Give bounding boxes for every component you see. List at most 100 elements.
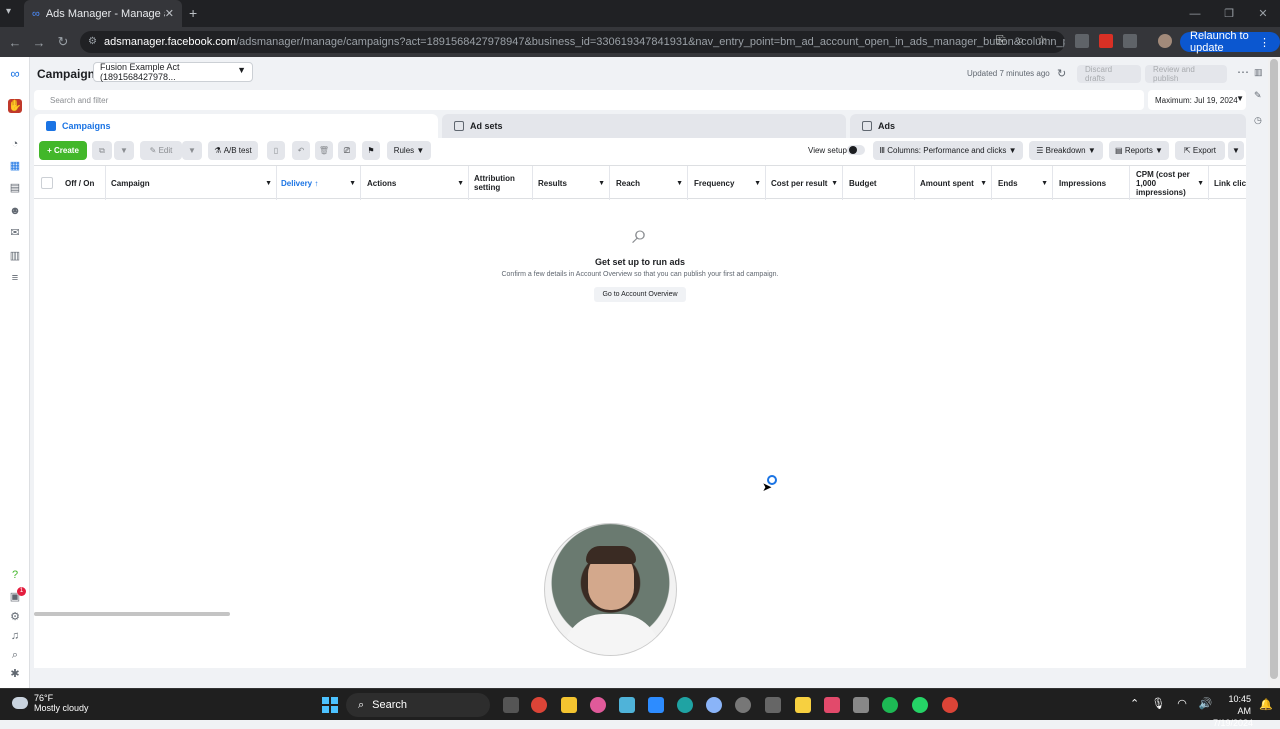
account-avatar-icon[interactable]: ✋ xyxy=(8,99,22,113)
bug-report-icon[interactable]: ✱ xyxy=(8,667,22,681)
breakdown-button[interactable]: ☰ Breakdown ▼ xyxy=(1029,141,1103,160)
preview-icon[interactable]: ⎚ xyxy=(338,141,356,160)
bookmark-star-icon[interactable]: ☆ xyxy=(1036,33,1047,48)
profile-avatar[interactable] xyxy=(1158,34,1172,48)
export-dropdown-icon[interactable]: ▼ xyxy=(1228,141,1244,160)
pencil-icon[interactable]: ✎ xyxy=(1254,90,1262,101)
task-view-icon[interactable] xyxy=(503,697,519,713)
weather-widget[interactable]: 76°F Mostly cloudy xyxy=(12,693,89,713)
calculator-icon[interactable] xyxy=(765,697,781,713)
scrollbar-thumb[interactable] xyxy=(1270,59,1278,679)
app-icon-3[interactable] xyxy=(824,697,840,713)
app-icon-2[interactable] xyxy=(706,697,722,713)
edge-icon[interactable] xyxy=(677,697,693,713)
file-explorer-icon[interactable] xyxy=(561,697,577,713)
pages-icon[interactable]: ▤ xyxy=(8,181,22,195)
search-filter-input[interactable]: Search and filter xyxy=(34,90,1144,110)
col-link-clicks[interactable]: Link clicks xyxy=(1208,166,1246,200)
delete-draft-icon[interactable]: ▯ xyxy=(267,141,285,160)
maximize-icon[interactable]: ❐ xyxy=(1212,0,1246,27)
clock[interactable]: 10:45 AM 7/19/2024 xyxy=(1213,693,1253,729)
col-attribution-setting[interactable]: Attribution setting xyxy=(468,166,533,200)
app-icon-1[interactable] xyxy=(590,697,606,713)
horizontal-scrollbar[interactable] xyxy=(34,612,230,616)
col-impressions[interactable]: Impressions xyxy=(1053,166,1130,200)
microphone-icon[interactable]: 🎙 xyxy=(1151,697,1165,710)
search-icon[interactable]: ⌕ xyxy=(8,648,22,662)
tag-icon[interactable]: ⚑ xyxy=(362,141,380,160)
chevron-up-icon[interactable]: ⌃ xyxy=(1130,697,1139,710)
sticky-notes-icon[interactable] xyxy=(795,697,811,713)
volume-icon[interactable]: 🔊 xyxy=(1199,697,1213,710)
wifi-icon[interactable]: ◠ xyxy=(1177,697,1187,710)
ab-test-button[interactable]: ⚗ A/B test xyxy=(208,141,258,160)
back-icon[interactable]: ← xyxy=(3,35,27,50)
reload-icon[interactable]: ↻ xyxy=(51,34,75,50)
create-button[interactable]: + Create xyxy=(39,141,87,160)
extension-red-icon[interactable] xyxy=(1099,34,1113,48)
extension-icon[interactable] xyxy=(1075,34,1089,48)
columns-button[interactable]: Ⅲ Columns: Performance and clicks ▼ xyxy=(873,141,1023,160)
col-cost-per-result[interactable]: Cost per result ▼ xyxy=(765,166,843,200)
site-info-icon[interactable]: ⚙ xyxy=(88,36,97,47)
go-to-account-overview-button[interactable]: Go to Account Overview xyxy=(594,287,686,302)
tab-ad-sets[interactable]: Ad sets xyxy=(442,114,846,138)
new-tab-icon[interactable]: + xyxy=(189,5,197,21)
zoom-icon[interactable]: ⌕ xyxy=(1018,33,1025,48)
duplicate-button[interactable]: ⧉ xyxy=(92,141,112,160)
notepad-icon[interactable] xyxy=(619,697,635,713)
undo-icon[interactable]: ↶ xyxy=(292,141,310,160)
view-setup-toggle[interactable] xyxy=(847,145,865,155)
close-window-icon[interactable]: ✕ xyxy=(1246,0,1280,27)
chrome-icon[interactable] xyxy=(531,697,547,713)
col-ends[interactable]: Ends ▼ xyxy=(992,166,1053,200)
settings-gear-icon[interactable]: ⚙ xyxy=(8,610,22,624)
refresh-icon[interactable]: ↻ xyxy=(1057,67,1066,80)
browser-tab-ads-manager[interactable]: ∞ Ads Manager - Manage ads - C ✕ xyxy=(24,0,182,27)
meta-logo-icon[interactable]: ∞ xyxy=(8,67,22,81)
edit-button[interactable]: ✎ Edit xyxy=(140,141,182,160)
settings-app-icon[interactable] xyxy=(735,697,751,713)
discard-drafts-button[interactable]: Discard drafts xyxy=(1077,65,1141,83)
tab-campaigns[interactable]: Campaigns xyxy=(34,114,438,138)
close-tab-icon[interactable]: ✕ xyxy=(165,7,174,20)
start-icon[interactable] xyxy=(322,697,338,713)
col-results[interactable]: Results ▼ xyxy=(532,166,610,200)
reports-button[interactable]: ▤ Reports ▼ xyxy=(1109,141,1169,160)
advertise-icon[interactable]: ✉ xyxy=(8,226,22,240)
zoom-app-icon[interactable] xyxy=(648,697,664,713)
trash-icon[interactable]: 🗑 xyxy=(315,141,333,160)
extensions-puzzle-icon[interactable] xyxy=(1123,34,1137,48)
account-selector[interactable]: Fusion Example Act (1891568427978... ▼ xyxy=(93,62,253,82)
rules-button[interactable]: Rules ▼ xyxy=(387,141,431,160)
col-campaign[interactable]: Campaign ▼ xyxy=(105,166,277,200)
tab-search-icon[interactable]: ▾ xyxy=(6,6,11,17)
col-actions[interactable]: Actions ▼ xyxy=(361,166,469,200)
whatsapp-icon[interactable] xyxy=(912,697,928,713)
date-range-selector[interactable]: Maximum: Jul 19, 2024 ▼ xyxy=(1148,90,1246,110)
minimize-icon[interactable]: — xyxy=(1178,0,1212,27)
bell-icon[interactable]: ♫ xyxy=(8,629,22,643)
col-cpm[interactable]: CPM (cost per 1,000 impressions) ▼ xyxy=(1130,166,1209,200)
col-reach[interactable]: Reach ▼ xyxy=(610,166,688,200)
campaigns-table-icon[interactable]: ▦ xyxy=(8,159,22,173)
forward-icon[interactable]: → xyxy=(27,35,51,50)
catalog-icon[interactable]: ▥ xyxy=(8,249,22,263)
help-icon[interactable]: ? xyxy=(8,568,22,582)
duplicate-dropdown-icon[interactable]: ▼ xyxy=(114,141,134,160)
relaunch-button[interactable]: Relaunch to update ⋮ xyxy=(1180,30,1280,54)
history-icon[interactable]: ◷ xyxy=(1254,115,1262,126)
col-off-on[interactable]: Off / On xyxy=(59,166,106,200)
vertical-scrollbar[interactable] xyxy=(1268,57,1280,688)
all-tools-icon[interactable]: ≡ xyxy=(8,271,22,285)
select-all-checkbox[interactable] xyxy=(41,177,53,189)
more-options-icon[interactable]: ⋯ xyxy=(1237,65,1249,79)
chrome-profile-icon[interactable] xyxy=(942,697,958,713)
taskbar-search[interactable]: ⌕ Search xyxy=(346,693,490,717)
install-app-icon[interactable]: ⎘ xyxy=(996,33,1006,48)
app-icon-4[interactable] xyxy=(853,697,869,713)
chart-icon[interactable]: ▥ xyxy=(1254,67,1263,78)
overview-icon[interactable]: ◔ xyxy=(8,137,22,151)
spotify-icon[interactable] xyxy=(882,697,898,713)
edit-dropdown-icon[interactable]: ▼ xyxy=(182,141,202,160)
